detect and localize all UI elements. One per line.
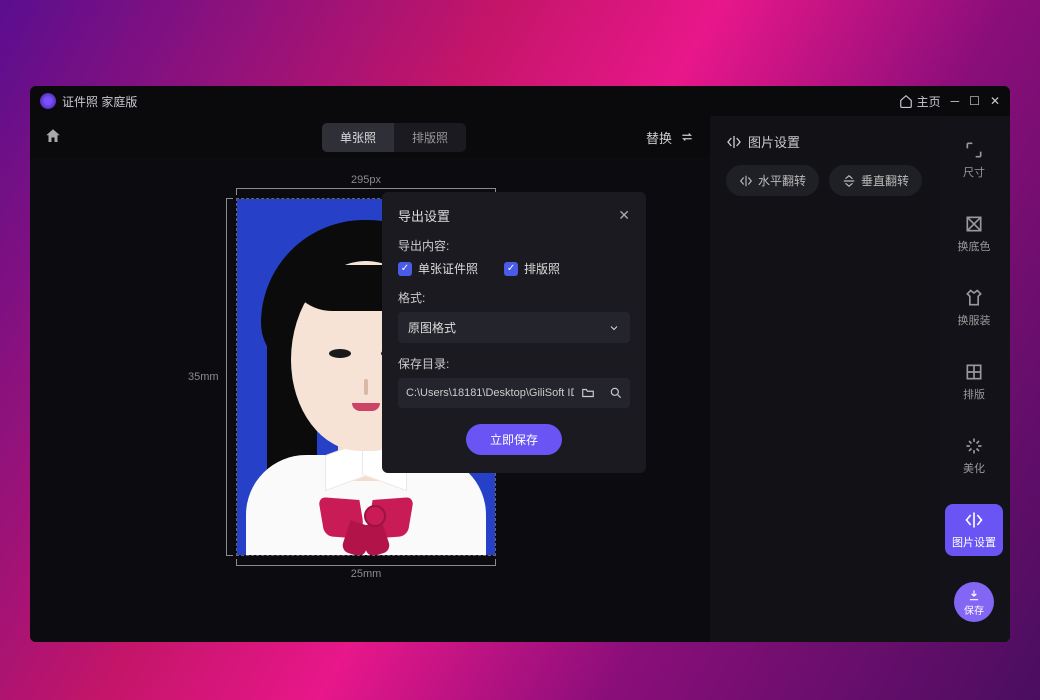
app-title: 证件照 家庭版 [62,93,137,110]
export-dialog: 导出设置 ✕ 导出内容: ✓ 单张证件照 ✓ 排版照 格式: 原图格式 保存目录… [382,192,646,473]
dim-bottom: 25mm [236,568,496,580]
size-icon [964,140,984,160]
shirt-icon [964,288,984,308]
sparkle-icon [964,436,984,456]
mirror-icon [726,134,742,150]
dialog-header: 导出设置 ✕ [398,206,630,225]
save-fab[interactable]: 保存 [954,582,994,622]
dialog-title: 导出设置 [398,206,450,225]
titlebar-home-label: 主页 [917,93,941,110]
home-button[interactable] [44,127,62,148]
check-icon: ✓ [398,262,412,276]
swap-icon [678,130,696,144]
dialog-close-button[interactable]: ✕ [618,207,630,224]
export-checks: ✓ 单张证件照 ✓ 排版照 [398,260,630,277]
chevron-down-icon [608,322,620,334]
ruler-bottom [236,558,496,566]
flip-h-icon [739,174,753,188]
app-window: 证件照 家庭版 主页 ─ ☐ ✕ 单张照 排版照 替换 [30,86,1010,642]
ruler-left [226,198,234,556]
replace-button[interactable]: 替换 [646,128,696,147]
flip-row: 水平翻转 垂直翻转 [726,165,922,196]
home-icon [44,127,62,145]
toolbar: 单张照 排版照 替换 [30,116,710,158]
replace-label: 替换 [646,128,672,147]
bg-icon [964,214,984,234]
flip-horizontal-button[interactable]: 水平翻转 [726,165,819,196]
folder-icon [581,386,595,400]
panel-title: 图片设置 [726,132,922,151]
browse-folder-button[interactable] [574,378,602,408]
rail-image-settings[interactable]: 图片设置 [945,504,1003,556]
search-folder-button[interactable] [602,378,630,408]
settings-panel: 图片设置 水平翻转 垂直翻转 [710,116,938,642]
dim-top: 295px [236,174,496,186]
rail-beauty[interactable]: 美化 [945,430,1003,482]
app-icon [40,93,56,109]
mirror-icon [964,510,984,530]
window-close[interactable]: ✕ [990,94,1000,108]
home-icon [899,94,913,108]
dir-path: C:\Users\18181\Desktop\GiliSoft ID [398,380,574,406]
format-label: 格式: [398,289,630,306]
format-select[interactable]: 原图格式 [398,312,630,343]
side-rail: 尺寸 换底色 换服装 排版 美化 图片设置 [938,116,1010,642]
tab-single[interactable]: 单张照 [322,123,394,152]
format-value: 原图格式 [408,319,456,336]
grid-icon [964,362,984,382]
flip-vertical-button[interactable]: 垂直翻转 [829,165,922,196]
dir-label: 保存目录: [398,355,630,372]
rail-size[interactable]: 尺寸 [945,134,1003,186]
titlebar-home-button[interactable]: 主页 [899,93,941,110]
tab-layout[interactable]: 排版照 [394,123,466,152]
rail-clothes[interactable]: 换服装 [945,282,1003,334]
check-icon: ✓ [504,262,518,276]
save-now-button[interactable]: 立即保存 [466,424,562,455]
search-icon [609,386,623,400]
dim-left: 35mm [188,371,219,383]
titlebar: 证件照 家庭版 主页 ─ ☐ ✕ [30,86,1010,116]
check-single[interactable]: ✓ 单张证件照 [398,260,478,277]
window-minimize[interactable]: ─ [951,94,960,108]
flip-v-icon [842,174,856,188]
rail-layout[interactable]: 排版 [945,356,1003,408]
window-maximize[interactable]: ☐ [969,94,980,108]
download-icon [967,588,981,602]
dir-row: C:\Users\18181\Desktop\GiliSoft ID [398,378,630,408]
check-layout[interactable]: ✓ 排版照 [504,260,560,277]
rail-background[interactable]: 换底色 [945,208,1003,260]
export-content-label: 导出内容: [398,237,630,254]
view-tabs: 单张照 排版照 [322,123,466,152]
